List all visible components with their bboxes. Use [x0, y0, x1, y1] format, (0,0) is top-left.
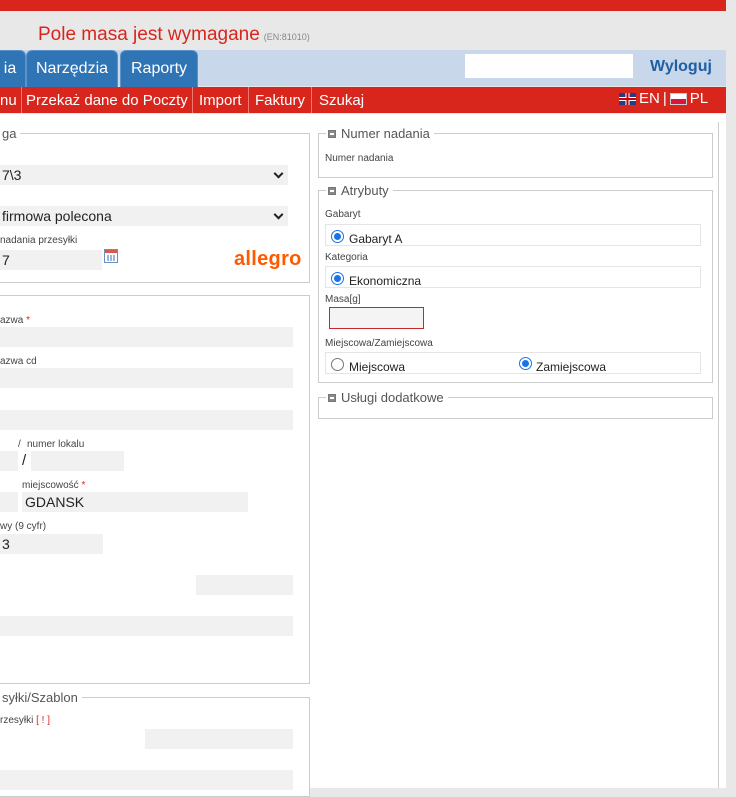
menu-item-faktury[interactable]: Faktury [255, 87, 305, 113]
gabaryt-label: Gabaryt [325, 209, 361, 220]
street-input[interactable] [0, 410, 293, 430]
legend-text: Usługi dodatkowe [341, 390, 444, 405]
template-label: rzesyłki [ ! ] [0, 715, 50, 726]
collapse-icon[interactable] [328, 129, 336, 138]
radio-miejscowa-label[interactable]: Miejscowa [349, 360, 405, 374]
postcode-input[interactable] [0, 492, 18, 512]
top-red-bar [0, 0, 726, 11]
masa-label: Masa[g] [325, 294, 361, 305]
kategoria-label: Kategoria [325, 252, 368, 263]
lang-separator: | [662, 90, 667, 107]
menu-item-szukaj[interactable]: Szukaj [319, 87, 364, 113]
miejscowa-label: Miejscowa/Zamiejscowa [325, 338, 433, 349]
numer-nadania-legend[interactable]: Numer nadania [326, 126, 434, 141]
menu-item-przekaz[interactable]: Przekaż dane do Poczty [26, 87, 188, 113]
lang-en-link[interactable]: EN [639, 90, 660, 107]
shipment-settings-legend: ga [0, 126, 21, 141]
tab-raporty[interactable]: Raporty [120, 50, 198, 87]
template-input[interactable] [145, 729, 293, 749]
nazwa-cd-label: azwa cd [0, 356, 37, 367]
numer-lokalu-input[interactable] [31, 451, 124, 471]
uslugi-legend[interactable]: Usługi dodatkowe [326, 390, 448, 405]
pl-flag-icon[interactable] [669, 92, 687, 105]
allegro-logo: allegro [234, 248, 302, 270]
radio-miejscowa[interactable] [331, 358, 344, 371]
content-right-border [718, 122, 719, 788]
search-input[interactable] [465, 54, 633, 78]
collapse-icon[interactable] [328, 393, 336, 402]
nazwa-input[interactable] [0, 327, 293, 347]
template-input-2[interactable] [0, 770, 293, 790]
miejscowosc-label: miejscowość * [22, 480, 85, 491]
date-input[interactable]: 7 [0, 250, 102, 270]
radio-zamiejscowa[interactable] [519, 357, 532, 370]
label-text: miejscowość [22, 480, 79, 491]
label-text: rzesyłki [0, 715, 34, 726]
radio-gabaryt-a[interactable] [331, 230, 344, 243]
legend-text: ga [2, 126, 17, 141]
radio-ekonomiczna-label[interactable]: Ekonomiczna [349, 274, 421, 288]
error-message: Pole masa jest wymagane (EN:81010) [38, 24, 310, 46]
number-slash: / [22, 452, 27, 469]
template-legend: syłki/Szablon [0, 690, 82, 705]
service-select[interactable]: firmowa polecona [0, 206, 288, 226]
radio-zamiejscowa-label[interactable]: Zamiejscowa [536, 360, 606, 374]
legend-text: syłki/Szablon [2, 690, 78, 705]
select-value: firmowa polecona [2, 208, 112, 224]
chevron-down-icon [273, 209, 284, 220]
select-value: 7\3 [2, 167, 22, 183]
menu-separator [192, 87, 193, 113]
tab-narzedzia[interactable]: Narzędzia [26, 50, 118, 87]
logout-link[interactable]: Wyloguj [650, 58, 712, 76]
collapse-icon[interactable] [328, 186, 336, 195]
required-mark: * [26, 315, 31, 326]
label-text: azwa [0, 315, 24, 326]
uk-flag-icon[interactable] [619, 92, 636, 105]
nazwa-cd-input[interactable] [0, 368, 293, 388]
legend-text: Atrybuty [341, 183, 389, 198]
tab-truncated[interactable]: ia [0, 50, 26, 87]
legend-text: Numer nadania [341, 126, 430, 141]
date-label: nadania przesyłki [0, 235, 78, 246]
phone-input[interactable]: 3 [0, 534, 103, 554]
required-mark: * [81, 480, 86, 491]
chevron-down-icon [273, 168, 284, 179]
masa-input[interactable] [329, 307, 424, 329]
menu-item-truncated[interactable]: nu [0, 87, 17, 113]
menu-separator [248, 87, 249, 113]
warning-flag: [ ! ] [36, 715, 51, 726]
menu-separator [311, 87, 312, 113]
menu-separator [21, 87, 22, 113]
miejscowosc-input[interactable]: GDANSK [22, 492, 248, 512]
error-text: Pole masa jest wymagane [38, 24, 260, 45]
extra-input[interactable] [196, 575, 293, 595]
menu-item-import[interactable]: Import [199, 87, 242, 113]
slash-label: / [18, 439, 21, 450]
lang-pl-link[interactable]: PL [690, 90, 708, 107]
calendar-icon[interactable] [104, 249, 118, 263]
numer-nadania-label: Numer nadania [325, 153, 394, 164]
sender-select[interactable]: 7\3 [0, 165, 288, 185]
email-input[interactable] [0, 616, 293, 636]
error-code: (EN:81010) [263, 32, 310, 42]
house-number-input[interactable] [0, 451, 18, 471]
radio-ekonomiczna[interactable] [331, 272, 344, 285]
language-switcher: EN | PL [619, 90, 708, 107]
numer-lokalu-label: numer lokalu [27, 439, 85, 450]
nazwa-label: azwa * [0, 315, 30, 326]
atrybuty-legend[interactable]: Atrybuty [326, 183, 393, 198]
phone-label: wy (9 cyfr) [0, 521, 47, 532]
radio-gabaryt-a-label[interactable]: Gabaryt A [349, 232, 402, 246]
